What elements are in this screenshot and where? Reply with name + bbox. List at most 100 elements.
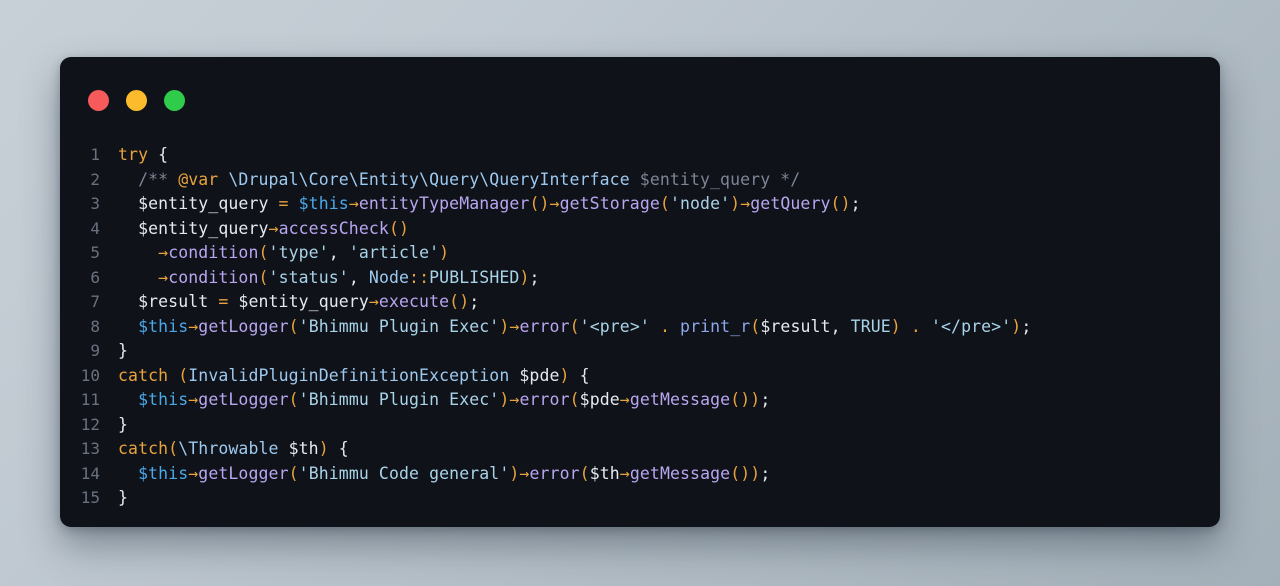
code-token: getLogger: [198, 316, 289, 336]
code-token: Node: [368, 267, 410, 287]
code-token: ;: [850, 194, 861, 213]
code-line-content: →condition('status', Node::PUBLISHED);: [118, 266, 540, 291]
code-token: getQuery: [750, 194, 831, 213]
code-token: \Drupal\Core\Entity\Query\QueryInterface: [228, 169, 630, 189]
code-token: ): [318, 439, 329, 458]
code-token: ): [730, 194, 741, 213]
code-token: execute: [378, 292, 450, 311]
code-token: (: [288, 390, 299, 409]
close-button[interactable]: [88, 89, 109, 111]
code-token: (: [569, 316, 580, 336]
code-line-content: $entity_query = $this→entityTypeManager(…: [118, 192, 861, 217]
code-token: →: [348, 194, 359, 213]
code-token: print_r: [680, 316, 751, 336]
code-line-content: $this→getLogger('Bhimmu Code general')→e…: [118, 462, 770, 487]
code-token: catch: [118, 365, 169, 385]
code-token: →: [619, 463, 630, 483]
code-token: (: [659, 194, 670, 213]
code-line[interactable]: 5 →condition('type', 'article'): [60, 241, 1200, 266]
code-token: (): [730, 390, 751, 409]
code-line[interactable]: 8 $this→getLogger('Bhimmu Plugin Exec')→…: [60, 315, 1200, 340]
code-token: .: [659, 316, 670, 336]
code-token: $this: [138, 390, 189, 409]
code-token: ): [509, 463, 520, 483]
code-line[interactable]: 13 catch(\Throwable $th) {: [60, 437, 1200, 462]
code-token: (: [178, 365, 189, 385]
code-token: ): [519, 267, 530, 287]
code-token: (): [730, 463, 751, 483]
code-token: ): [499, 390, 510, 409]
code-token: →: [740, 194, 751, 213]
code-line[interactable]: 3 $entity_query = $this→entityTypeManage…: [60, 192, 1200, 217]
code-line[interactable]: 15}: [60, 486, 1200, 511]
code-token: ): [890, 316, 901, 336]
code-line[interactable]: 6 →condition('status', Node::PUBLISHED);: [60, 266, 1200, 291]
line-number: 1: [90, 145, 100, 164]
code-line[interactable]: 14 $this→getLogger('Bhimmu Code general'…: [60, 462, 1200, 487]
code-token: (): [830, 194, 851, 213]
line-number: 12: [80, 414, 100, 434]
code-token: entityTypeManager: [358, 194, 530, 213]
code-token: 'article': [348, 243, 440, 262]
code-token: }: [118, 488, 129, 507]
code-token: $pde: [579, 390, 620, 409]
code-token: $result: [118, 292, 219, 311]
code-line[interactable]: 10 catch (InvalidPluginDefinitionExceptio…: [60, 364, 1200, 389]
code-token: /**: [118, 169, 179, 189]
line-number: 10: [80, 365, 100, 385]
code-token: ::: [409, 267, 430, 287]
code-line-content: catch (InvalidPluginDefinitionException …: [118, 364, 590, 389]
code-token: (): [449, 292, 470, 311]
code-token: →: [268, 218, 279, 238]
code-token: ;: [529, 267, 540, 287]
code-token: '</pre>': [930, 316, 1012, 336]
code-token: ,: [328, 243, 349, 262]
code-token: →: [188, 316, 199, 336]
line-number: 15: [80, 488, 100, 507]
code-line-content: }: [118, 486, 128, 511]
code-line-content: $result = $entity_query→execute();: [118, 290, 479, 315]
code-line-content: catch(\Throwable $th) {: [118, 437, 349, 462]
code-token: ;: [1021, 316, 1032, 336]
code-token: .: [910, 316, 921, 336]
code-line-content: }: [118, 413, 128, 438]
code-token: →: [619, 390, 630, 409]
code-line-content: $this→getLogger('Bhimmu Plugin Exec')→er…: [118, 388, 770, 413]
code-token: =: [278, 194, 289, 213]
code-token: (: [579, 463, 590, 483]
code-line[interactable]: 1 try {: [60, 143, 1200, 168]
code-token: (): [529, 194, 550, 213]
code-token: getMessage: [629, 390, 731, 409]
minimize-button[interactable]: [126, 89, 147, 111]
code-token: getMessage: [629, 463, 731, 483]
code-token: ;: [469, 292, 480, 311]
code-line[interactable]: 9}: [60, 339, 1200, 364]
code-token: ): [750, 390, 761, 409]
code-token: TRUE: [850, 316, 891, 336]
code-token: $this: [138, 316, 189, 336]
code-token: →: [158, 243, 169, 262]
code-line[interactable]: 11 $this→getLogger('Bhimmu Plugin Exec')…: [60, 388, 1200, 413]
code-line[interactable]: 2 /** @var \Drupal\Core\Entity\Query\Que…: [60, 168, 1200, 193]
code-token: →: [549, 194, 560, 213]
maximize-button[interactable]: [164, 89, 185, 111]
code-line-content: /** @var \Drupal\Core\Entity\Query\Query…: [118, 168, 800, 193]
code-token: $entity_query: [118, 218, 269, 238]
code-editor-area[interactable]: 1 try {2 /** @var \Drupal\Core\Entity\Que…: [60, 143, 1220, 527]
code-line[interactable]: 4 $entity_query→accessCheck(): [60, 217, 1200, 242]
line-number: 9: [90, 341, 100, 360]
code-line[interactable]: 7 $result = $entity_query→execute();: [60, 290, 1200, 315]
line-number: 4: [90, 218, 100, 238]
code-token: {: [328, 439, 349, 458]
code-line[interactable]: 12}: [60, 413, 1200, 438]
code-token: →: [188, 390, 199, 409]
code-token: catch: [118, 439, 169, 458]
line-number: 6: [90, 267, 100, 287]
code-token: $entity_query: [228, 292, 369, 311]
